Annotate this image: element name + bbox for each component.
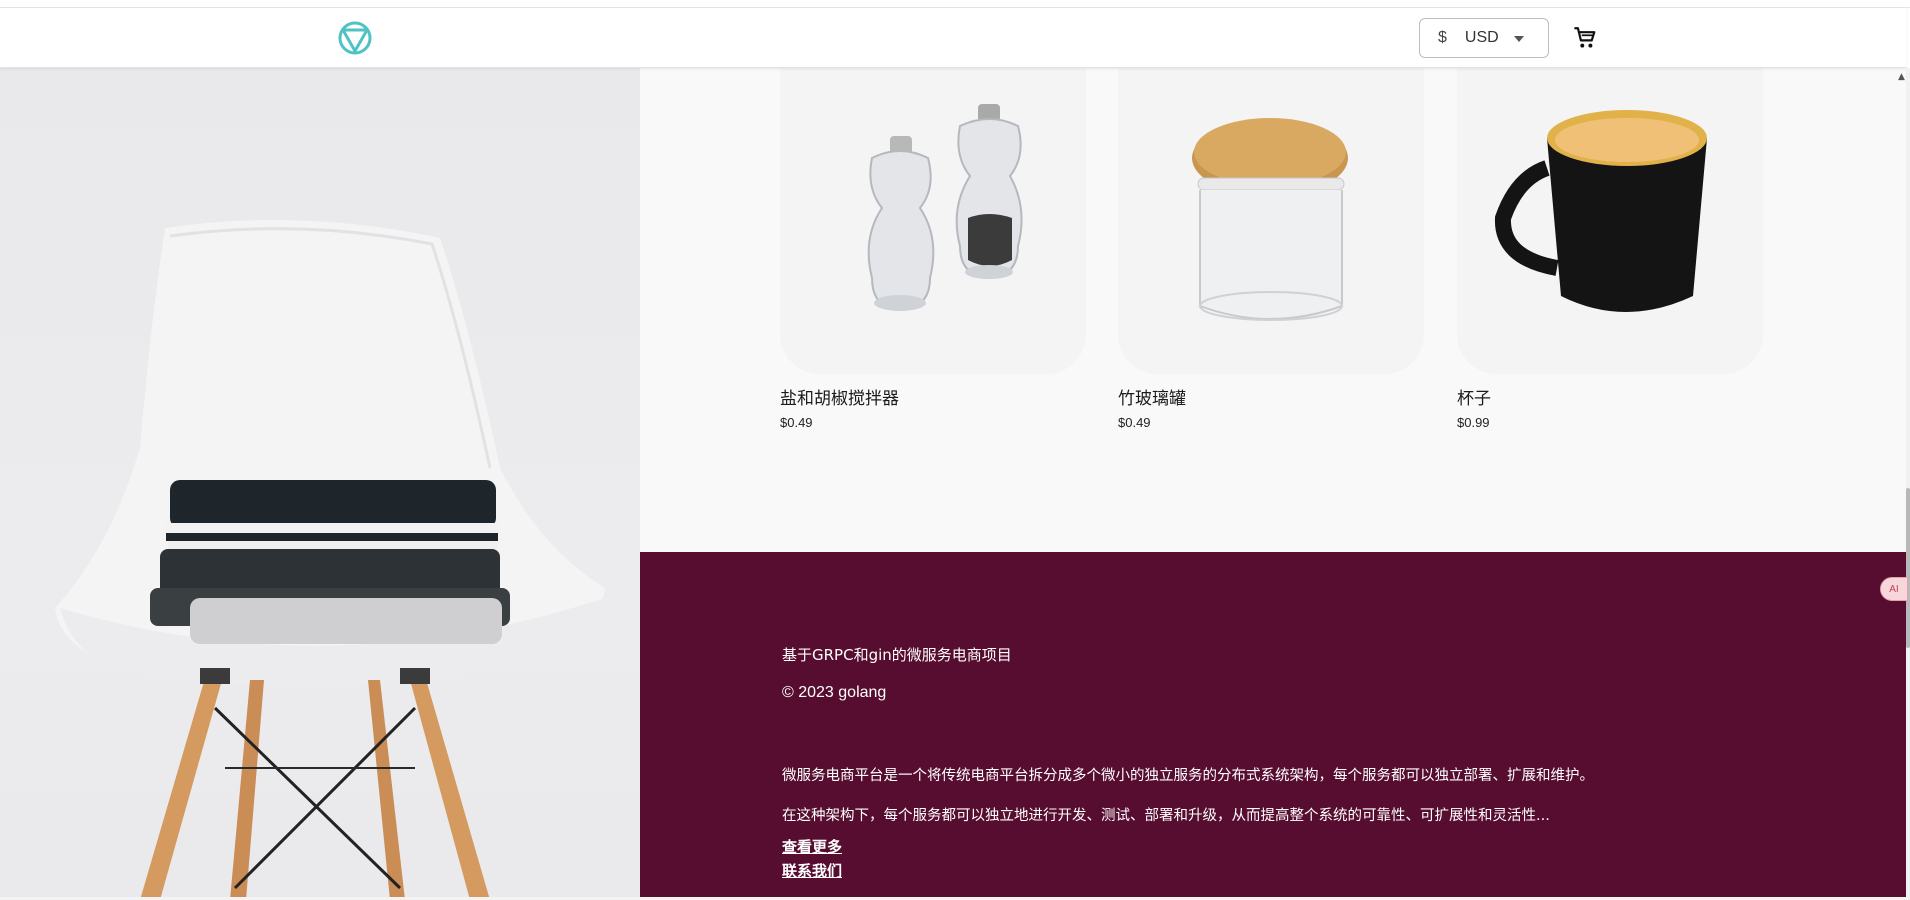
footer-copyright: © 2023 golang (782, 684, 887, 701)
footer-description-1: 微服务电商平台是一个将传统电商平台拆分成多个微小的独立服务的分布式系统架构，每个… (782, 768, 1594, 784)
scrollbar-thumb[interactable] (1906, 488, 1910, 648)
product-price: $0.99 (1457, 415, 1490, 430)
product-grid-section: 盐和胡椒搅拌器 $0.49 竹玻璃罐 $0.49 杯子 $0.99 (640, 68, 1906, 552)
chevron-down-icon (1514, 36, 1524, 42)
currency-symbol: $ (1438, 29, 1447, 46)
product-price: $0.49 (1118, 415, 1151, 430)
product-image-salt-pepper[interactable] (780, 68, 1086, 374)
product-card[interactable]: 竹玻璃罐 $0.49 (1118, 68, 1424, 430)
footer-contact-link[interactable]: 联系我们 (782, 860, 842, 881)
footer-more-link[interactable]: 查看更多 (782, 836, 842, 857)
browser-top-strip (0, 0, 1910, 8)
product-card[interactable]: 杯子 $0.99 (1457, 68, 1763, 430)
product-image-mug[interactable] (1457, 68, 1763, 374)
brand-logo-icon[interactable] (337, 20, 373, 56)
footer-description-2: 在这种架构下，每个服务都可以独立地进行开发、测试、部署和升级，从而提高整个系统的… (782, 808, 1550, 824)
hero-image-chair (0, 68, 640, 900)
page-scrollbar[interactable] (1906, 68, 1910, 900)
product-name[interactable]: 杯子 (1457, 384, 1763, 409)
site-header: $ USD (0, 8, 1906, 68)
currency-select[interactable]: $ USD (1419, 18, 1549, 58)
product-price: $0.49 (780, 415, 813, 430)
cart-icon[interactable] (1572, 25, 1598, 51)
scroll-up-arrow-icon[interactable]: ▲ (1898, 72, 1905, 82)
footer-project-title: 基于GRPC和gin的微服务电商项目 (782, 646, 1012, 664)
product-card[interactable]: 盐和胡椒搅拌器 $0.49 (780, 68, 1086, 430)
product-name[interactable]: 竹玻璃罐 (1118, 384, 1424, 409)
product-name[interactable]: 盐和胡椒搅拌器 (780, 384, 1086, 409)
product-image-bamboo-jar[interactable] (1118, 68, 1424, 374)
site-footer: 基于GRPC和gin的微服务电商项目 © 2023 golang 微服务电商平台… (640, 552, 1906, 900)
currency-code: USD (1464, 29, 1499, 46)
ai-assistant-badge[interactable]: AI (1880, 577, 1908, 601)
